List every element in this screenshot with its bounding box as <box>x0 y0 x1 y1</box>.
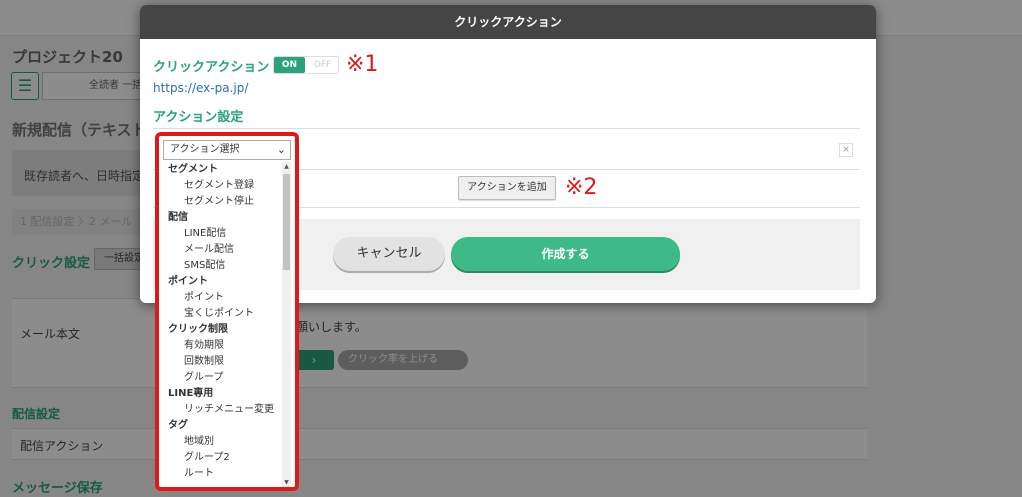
option-item[interactable]: SMS配信 <box>164 258 282 274</box>
option-item[interactable]: メール配信 <box>164 242 282 258</box>
toggle-on[interactable]: ON <box>274 57 305 73</box>
option-group-label: LINE専用 <box>168 388 214 399</box>
action-settings-label: アクション設定 <box>153 110 244 125</box>
modal-title: クリックアクション <box>140 5 876 39</box>
annotation-2: ※2 <box>565 175 598 200</box>
option-item[interactable]: 有効期限 <box>164 338 282 354</box>
create-button[interactable]: 作成する <box>451 237 680 271</box>
annotation-1: ※1 <box>346 52 379 77</box>
option-list: セグメントセグメント登録 セグメント停止配信 LINE配信 メール配信 SMS配信ポイン… <box>164 162 282 487</box>
option-item[interactable]: 地域別 <box>164 434 282 450</box>
option-group-label: 配信 <box>168 212 188 223</box>
action-select-value: アクション選択 <box>170 144 240 155</box>
option-item[interactable]: セグメント登録 <box>164 178 282 194</box>
option-group-label: クリック制限 <box>168 324 228 335</box>
option-item[interactable]: グループ2 <box>164 450 282 466</box>
scrollbar[interactable]: ▲ ▼ <box>282 162 291 487</box>
option-item[interactable]: ポイント <box>164 290 282 306</box>
scroll-thumb[interactable] <box>283 174 290 270</box>
close-icon[interactable]: × <box>839 143 853 157</box>
add-action-button[interactable]: アクションを追加 <box>458 176 556 200</box>
option-group-label: ポイント <box>168 276 208 287</box>
click-action-toggle[interactable]: ON OFF <box>273 56 339 74</box>
option-item[interactable]: LINE配信 <box>164 226 282 242</box>
cancel-button[interactable]: キャンセル <box>333 237 445 271</box>
scroll-up-icon[interactable]: ▲ <box>282 162 291 171</box>
scroll-down-icon[interactable]: ▼ <box>282 478 291 487</box>
option-item[interactable]: 回数制限 <box>164 354 282 370</box>
option-item[interactable]: セグメント停止 <box>164 194 282 210</box>
option-group-label: セグメント <box>168 164 218 175</box>
option-item[interactable]: ルート <box>164 466 282 482</box>
url-link[interactable]: https://ex-pa.jp/ <box>153 81 248 95</box>
action-select-dropdown: アクション選択 ⌄ セグメントセグメント登録 セグメント停止配信 LINE配信 メール… <box>155 132 299 491</box>
click-action-label: クリックアクション <box>153 60 270 75</box>
option-item[interactable]: リッチメニュー変更 <box>164 402 282 418</box>
chevron-down-icon[interactable]: ⌄ <box>277 141 286 159</box>
option-group-label: タグ <box>168 420 188 431</box>
divider <box>153 128 860 129</box>
action-select[interactable]: アクション選択 ⌄ <box>163 140 291 160</box>
option-item[interactable]: 宝くじポイント <box>164 306 282 322</box>
toggle-off[interactable]: OFF <box>307 57 338 73</box>
option-item[interactable]: グループ <box>164 370 282 386</box>
